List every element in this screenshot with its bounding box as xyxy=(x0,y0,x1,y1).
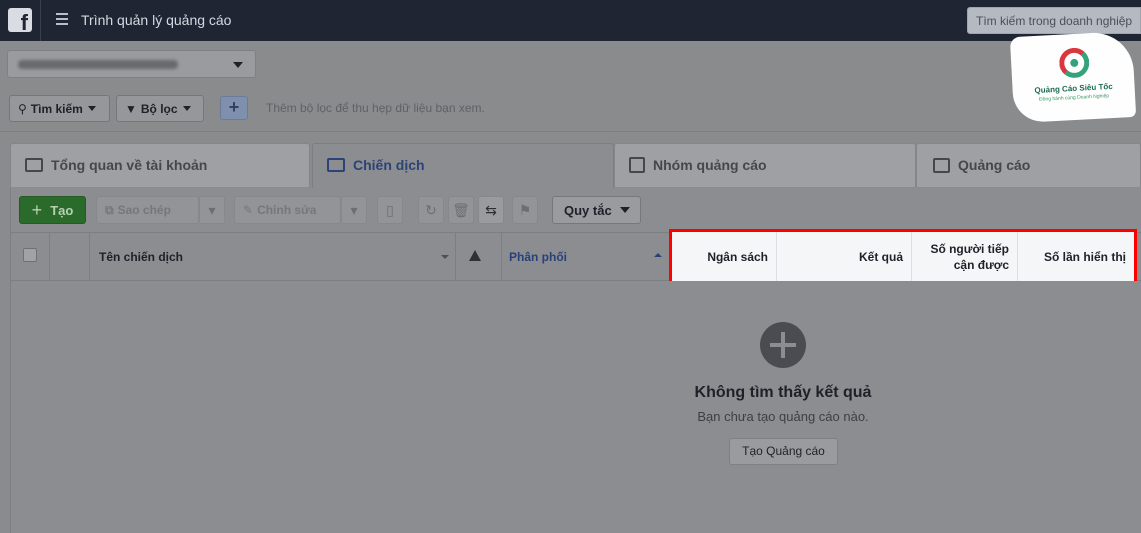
sort-ascending-icon xyxy=(654,253,662,257)
tag-icon[interactable]: ⚑ xyxy=(512,196,538,224)
status-toggle-column xyxy=(50,233,90,280)
edit-button[interactable]: ✎ Chỉnh sửa xyxy=(234,196,341,224)
duplicate-dropdown-button[interactable]: ▾ xyxy=(199,196,225,224)
column-label: Phân phối xyxy=(509,249,567,264)
filter-button-label: Bộ lọc xyxy=(140,101,178,116)
logo-swirl-icon xyxy=(1058,47,1091,79)
facebook-logo-icon[interactable]: f xyxy=(8,8,32,34)
empty-state-subtitle: Bạn chưa tạo quảng cáo nào. xyxy=(697,409,869,424)
tab-campaigns[interactable]: Chiến dịch xyxy=(327,143,425,187)
column-results[interactable]: Kết quả xyxy=(777,232,912,282)
filter-button[interactable]: ▼ Bộ lọc xyxy=(116,95,204,122)
chevron-down-icon xyxy=(87,106,96,111)
column-impressions[interactable]: Số lần hiển thị xyxy=(1018,232,1134,282)
sort-icon xyxy=(441,255,449,259)
chevron-down-icon xyxy=(619,207,630,213)
divider xyxy=(0,131,1141,132)
edit-dropdown-button[interactable]: ▾ xyxy=(341,196,367,224)
ad-icon xyxy=(933,157,950,173)
ab-test-icon[interactable]: ⇆ xyxy=(478,196,504,224)
add-circle-icon xyxy=(760,322,806,368)
ad-account-name-redacted xyxy=(18,60,178,69)
table-body xyxy=(10,281,1141,533)
rules-button[interactable]: Quy tắc xyxy=(552,196,641,224)
column-budget[interactable]: Ngân sách xyxy=(672,232,777,282)
menu-icon[interactable] xyxy=(56,13,68,25)
duplicate-button-label: Sao chép xyxy=(117,203,171,217)
column-warnings[interactable] xyxy=(456,233,502,280)
campaign-toolbar: + Tạo ⧉ Sao chép ▾ ✎ Chỉnh sửa ▾ ▯ ↻ 🗑 ⇆… xyxy=(10,188,1141,232)
create-ad-button[interactable]: Tạo Quảng cáo xyxy=(729,438,838,465)
duplicate-button[interactable]: ⧉ Sao chép xyxy=(96,196,199,224)
rules-button-label: Quy tắc xyxy=(564,202,612,218)
search-icon: ⚲ xyxy=(18,101,27,116)
tab-label: Quảng cáo xyxy=(958,157,1031,173)
column-label: Kết quả xyxy=(858,249,903,264)
pencil-icon: ✎ xyxy=(243,203,254,217)
funnel-icon: ▼ xyxy=(125,101,137,116)
search-button-label: Tìm kiếm xyxy=(30,101,83,116)
search-button[interactable]: ⚲ Tìm kiếm xyxy=(9,95,110,122)
create-button-label: Tạo xyxy=(50,202,74,218)
column-reach[interactable]: Số người tiếp cận được xyxy=(912,232,1018,282)
tab-ad-sets[interactable]: Nhóm quảng cáo xyxy=(629,143,767,187)
warning-icon xyxy=(469,250,481,261)
select-all-checkbox[interactable] xyxy=(23,248,37,262)
edit-button-label: Chỉnh sửa xyxy=(257,203,317,217)
app-title: Trình quản lý quảng cáo xyxy=(81,12,232,28)
column-delivery[interactable]: Phân phối xyxy=(502,233,670,280)
filter-bar: ⚲ Tìm kiếm ▼ Bộ lọc + Thêm bộ lọc để thu… xyxy=(0,86,1141,130)
top-navigation-bar: f Trình quản lý quảng cáo Tìm kiếm trong… xyxy=(0,0,1141,41)
tab-account-overview[interactable]: Tổng quan về tài khoản xyxy=(25,143,207,187)
column-campaign-name[interactable]: Tên chiến dịch xyxy=(90,233,456,280)
trash-icon[interactable]: 🗑 xyxy=(448,196,474,224)
select-all-cell[interactable] xyxy=(11,233,50,280)
column-label: Số lần hiển thị xyxy=(1043,249,1126,264)
plus-icon: + xyxy=(31,199,43,220)
chevron-down-icon xyxy=(182,106,191,111)
add-filter-button[interactable]: + xyxy=(220,96,248,120)
tab-label: Chiến dịch xyxy=(353,157,425,173)
tab-ads[interactable]: Quảng cáo xyxy=(933,143,1030,187)
business-search-input[interactable]: Tìm kiếm trong doanh nghiệp xyxy=(967,7,1141,34)
tab-label: Tổng quan về tài khoản xyxy=(51,157,208,173)
empty-state-title: Không tìm thấy kết quả xyxy=(694,384,872,401)
ad-account-selector[interactable] xyxy=(7,50,256,78)
chevron-down-icon xyxy=(233,62,243,68)
create-button[interactable]: + Tạo xyxy=(19,196,86,224)
clipboard-icon[interactable]: ▯ xyxy=(377,196,403,224)
tab-label: Nhóm quảng cáo xyxy=(653,157,767,173)
column-label: Tên chiến dịch xyxy=(99,249,184,264)
folder-icon xyxy=(327,158,345,172)
filter-hint-text: Thêm bộ lọc để thu hẹp dữ liệu bạn xem. xyxy=(266,101,485,115)
column-label: Ngân sách xyxy=(707,249,768,264)
copy-icon: ⧉ xyxy=(105,203,114,217)
refresh-icon[interactable]: ↻ xyxy=(418,196,444,224)
topbar-divider xyxy=(40,0,41,41)
grid-icon xyxy=(629,157,645,173)
highlighted-metric-columns: Ngân sách Kết quả Số người tiếp cận được… xyxy=(669,229,1137,285)
dashboard-icon xyxy=(25,158,43,172)
column-label: Số người tiếp cận được xyxy=(930,241,1009,272)
